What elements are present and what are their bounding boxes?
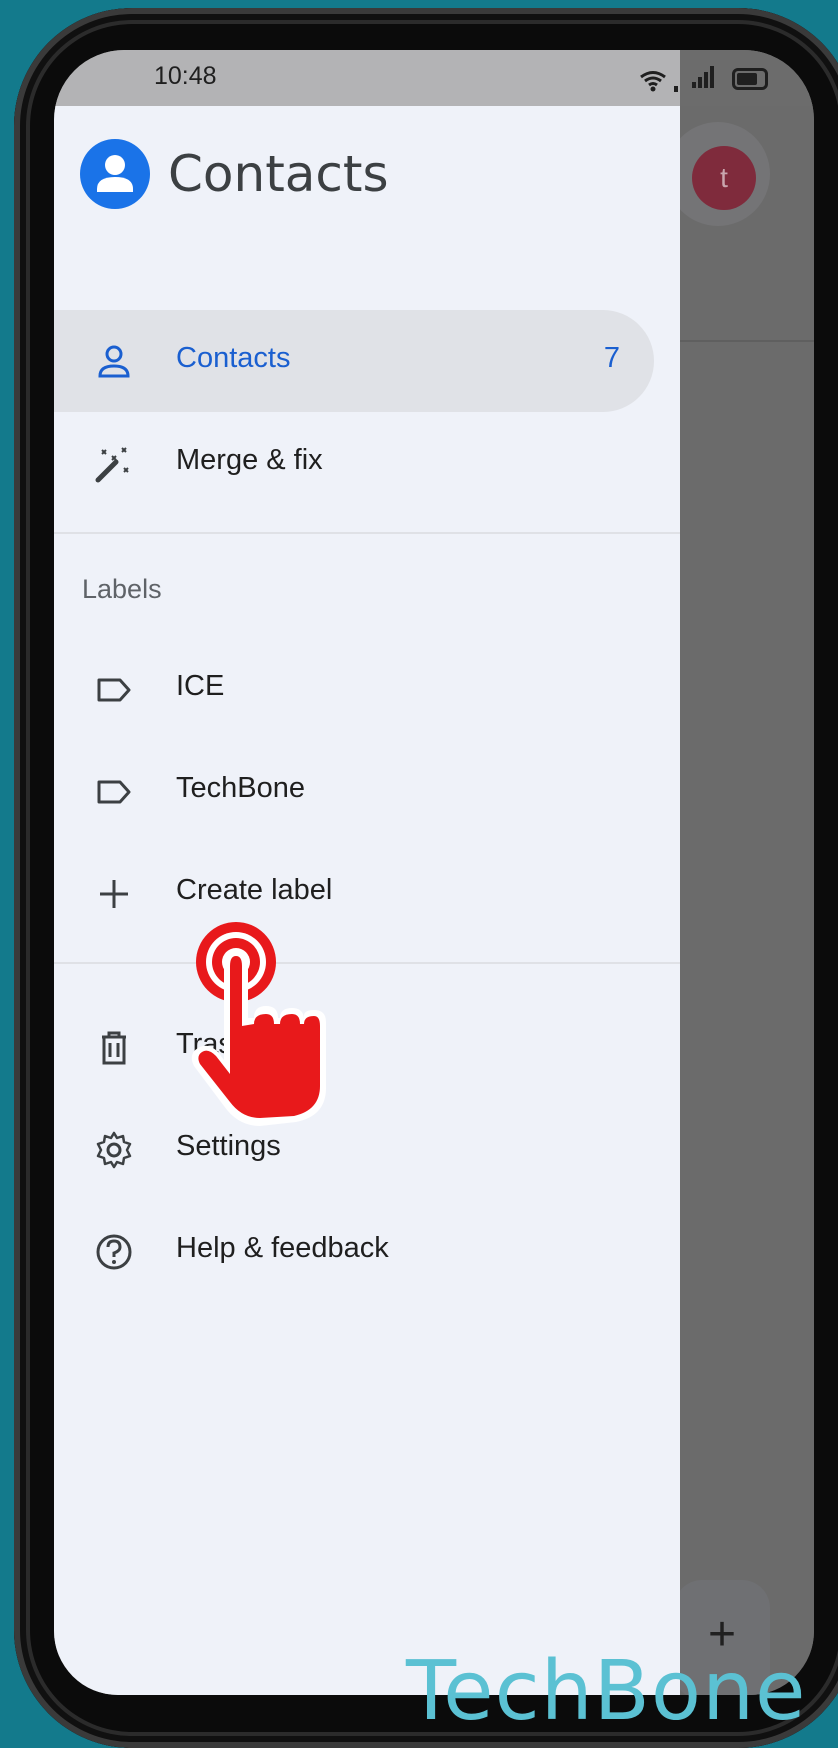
- nav-item-trash[interactable]: Trash: [54, 996, 680, 1098]
- app-title: Contacts: [168, 145, 389, 203]
- status-bar-dimmed: [680, 50, 814, 106]
- status-bar: 10:48: [54, 50, 696, 106]
- nav-label-help-feedback: Help & feedback: [176, 1232, 389, 1264]
- label-icon: [97, 780, 131, 804]
- tap-hand-icon: [191, 922, 326, 1126]
- account-avatar[interactable]: t: [692, 146, 756, 210]
- battery-icon: [732, 68, 768, 90]
- nav-item-merge-fix[interactable]: Merge & fix: [54, 412, 680, 514]
- nav-label-settings: Settings: [176, 1130, 281, 1162]
- nav-label-create-label: Create label: [176, 874, 333, 906]
- status-time: 10:48: [154, 62, 217, 90]
- nav-item-create-label[interactable]: Create label: [54, 842, 680, 944]
- divider: [54, 532, 680, 534]
- nav-label-merge-fix: Merge & fix: [176, 444, 323, 476]
- divider: [54, 962, 680, 964]
- phone-screen: t + 10:48 Contacts Contacts 7 Merge & fi…: [54, 50, 814, 1695]
- watermark: TechBone: [406, 1644, 807, 1739]
- background-divider: [680, 340, 814, 342]
- nav-item-settings[interactable]: Settings: [54, 1098, 680, 1200]
- nav-label-contacts: Contacts: [176, 342, 291, 374]
- navigation-drawer: Contacts Contacts 7 Merge & fix Labels I…: [54, 106, 680, 1695]
- gear-icon: [96, 1131, 132, 1169]
- nav-item-label-techbone[interactable]: TechBone: [54, 740, 680, 842]
- label-icon: [97, 678, 131, 702]
- drawer-header: Contacts: [80, 134, 389, 214]
- nav-label-ice: ICE: [176, 670, 225, 702]
- nav-item-contacts[interactable]: Contacts 7: [54, 310, 654, 412]
- magic-wand-icon: [95, 447, 129, 483]
- labels-heading: Labels: [82, 574, 162, 604]
- nav-label-techbone: TechBone: [176, 772, 305, 804]
- help-icon: [96, 1234, 132, 1270]
- contacts-count: 7: [603, 342, 620, 374]
- nav-item-label-ice[interactable]: ICE: [54, 638, 680, 740]
- plus-icon: [100, 880, 128, 908]
- contacts-logo-icon: [80, 139, 150, 209]
- signal-icon-2: [692, 66, 714, 88]
- trash-icon: [102, 1031, 126, 1065]
- wifi-icon: [640, 71, 666, 92]
- person-icon: [98, 345, 130, 378]
- nav-item-help-feedback[interactable]: Help & feedback: [54, 1200, 680, 1302]
